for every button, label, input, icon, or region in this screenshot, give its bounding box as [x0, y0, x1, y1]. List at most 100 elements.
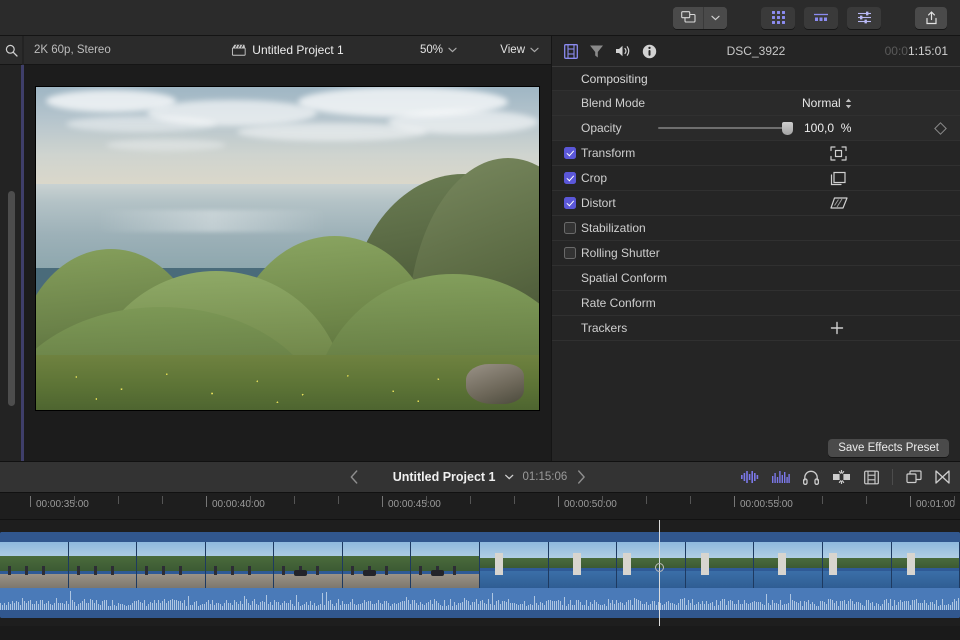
waveform-bar: [380, 603, 381, 610]
waveform-bar: [88, 603, 89, 610]
trackers-row[interactable]: Trackers: [552, 316, 960, 341]
waveform-bar: [386, 601, 387, 610]
ruler-tick-minor: [250, 496, 251, 504]
opacity-keyframe-button[interactable]: [934, 122, 947, 135]
index-window-icon[interactable]: [906, 470, 922, 484]
waveform-bar: [136, 601, 137, 610]
waveform-bar: [160, 603, 161, 610]
timeline-ruler[interactable]: 00:00:35:0000:00:40:0000:00:45:0000:00:5…: [0, 493, 960, 520]
rate-conform-row[interactable]: Rate Conform: [552, 291, 960, 316]
ruler-tick-minor: [954, 496, 955, 504]
audio-speaker-icon[interactable]: [615, 44, 631, 58]
headphones-solo-icon[interactable]: [803, 470, 819, 485]
transform-checkbox[interactable]: [564, 147, 576, 159]
save-effects-preset-button[interactable]: Save Effects Preset: [828, 439, 949, 457]
timeline-tracks[interactable]: [0, 520, 960, 640]
waveform-bar: [524, 601, 525, 610]
filmstrip-thumbnail: [206, 542, 275, 588]
waveform-bar: [166, 603, 167, 610]
screen-layout-button[interactable]: [673, 7, 703, 29]
viewer-view-menu[interactable]: View: [500, 44, 539, 56]
filmstrip-thumbnail: [411, 542, 480, 588]
ruler-tick-minor: [470, 496, 471, 504]
chevron-down-icon[interactable]: [505, 474, 514, 480]
screen-layout-dropdown[interactable]: [703, 7, 727, 29]
search-button[interactable]: [0, 36, 22, 65]
opacity-row[interactable]: Opacity 100,0 %: [552, 116, 960, 141]
video-frame: [35, 86, 540, 411]
waveform-bar: [274, 600, 275, 610]
chevron-left-icon[interactable]: [350, 470, 384, 484]
waveform-bar: [502, 601, 503, 610]
opacity-slider-knob[interactable]: [782, 122, 793, 135]
waveform-bar: [794, 601, 795, 610]
stabilization-checkbox[interactable]: [564, 222, 576, 234]
info-circle-icon[interactable]: [642, 44, 657, 59]
thumb-ground: [411, 574, 479, 588]
crop-box-icon[interactable]: [830, 171, 847, 186]
filmstrip-thumbnail: [137, 542, 206, 588]
blend-mode-popup[interactable]: Normal: [802, 96, 852, 110]
waveform-bar: [370, 601, 371, 610]
ruler-tick-minor: [822, 496, 823, 504]
plus-icon[interactable]: [830, 321, 844, 335]
timeline-toolbar: Untitled Project 1 01:15:06: [0, 461, 960, 493]
thumb-ground: [274, 574, 342, 588]
waveform-bar: [378, 600, 379, 610]
waveform-bar: [836, 601, 837, 610]
waveform-bar: [216, 603, 217, 610]
waveform-bar: [780, 600, 781, 610]
waveform-icon[interactable]: [772, 470, 790, 484]
grid-view-icon: [772, 11, 785, 24]
share-button[interactable]: [915, 7, 947, 29]
filmstrip-thumbnail: [480, 542, 549, 588]
viewer-zoom-control[interactable]: 50%: [420, 44, 457, 56]
inspector-header: DSC_3922 00:01:15:01: [552, 36, 960, 67]
spatial-conform-row[interactable]: Spatial Conform: [552, 266, 960, 291]
distort-parallelogram-icon[interactable]: [830, 196, 848, 210]
waveform-bar: [930, 602, 931, 610]
waveform-bar: [924, 600, 925, 610]
browser-scrollbar[interactable]: [8, 191, 15, 406]
timeline-playhead[interactable]: [659, 520, 660, 640]
stabilization-row[interactable]: Stabilization: [552, 216, 960, 241]
timeline-toggle-button[interactable]: [804, 7, 838, 29]
thumb-person: [145, 566, 148, 575]
waveform-bar: [546, 601, 547, 610]
browser-toggle-button[interactable]: [761, 7, 795, 29]
video-filmstrip-icon[interactable]: [564, 44, 578, 59]
effects-funnel-icon[interactable]: [589, 44, 604, 59]
waveform-bar: [828, 599, 829, 610]
blend-mode-row[interactable]: Blend Mode Normal: [552, 91, 960, 116]
waveform-bar: [384, 601, 385, 610]
distort-checkbox[interactable]: [564, 197, 576, 209]
screen-layout-segment[interactable]: [673, 7, 727, 29]
clip-appearance-icon[interactable]: [864, 470, 879, 485]
rolling-shutter-checkbox[interactable]: [564, 247, 576, 259]
waveform-bar: [912, 600, 913, 610]
opacity-value-field[interactable]: 100,0 %: [804, 121, 876, 135]
crop-checkbox[interactable]: [564, 172, 576, 184]
opacity-slider[interactable]: [658, 122, 790, 134]
frame-foreground-flowers: [36, 355, 539, 410]
waveform-bar: [832, 600, 833, 610]
transform-box-icon[interactable]: [830, 146, 847, 161]
clip-skimming-icon[interactable]: [935, 470, 950, 484]
left-rail: [0, 36, 22, 461]
transform-row[interactable]: Transform: [552, 141, 960, 166]
audio-skimming-icon[interactable]: [741, 470, 759, 484]
playhead-handle[interactable]: [655, 563, 664, 572]
chevron-right-icon[interactable]: [576, 470, 610, 484]
thumb-person: [385, 566, 388, 575]
inspector-toggle-button[interactable]: [847, 7, 881, 29]
timeline-project-name[interactable]: Untitled Project 1: [393, 470, 496, 484]
waveform-bar: [680, 599, 681, 610]
distort-row[interactable]: Distort: [552, 191, 960, 216]
viewer-canvas[interactable]: [24, 65, 551, 432]
crop-row[interactable]: Crop: [552, 166, 960, 191]
waveform-bar: [402, 601, 403, 611]
timeline-clip[interactable]: [0, 532, 960, 618]
waveform-bar: [426, 603, 427, 610]
snapping-icon[interactable]: [832, 470, 851, 484]
rolling-shutter-row[interactable]: Rolling Shutter: [552, 241, 960, 266]
